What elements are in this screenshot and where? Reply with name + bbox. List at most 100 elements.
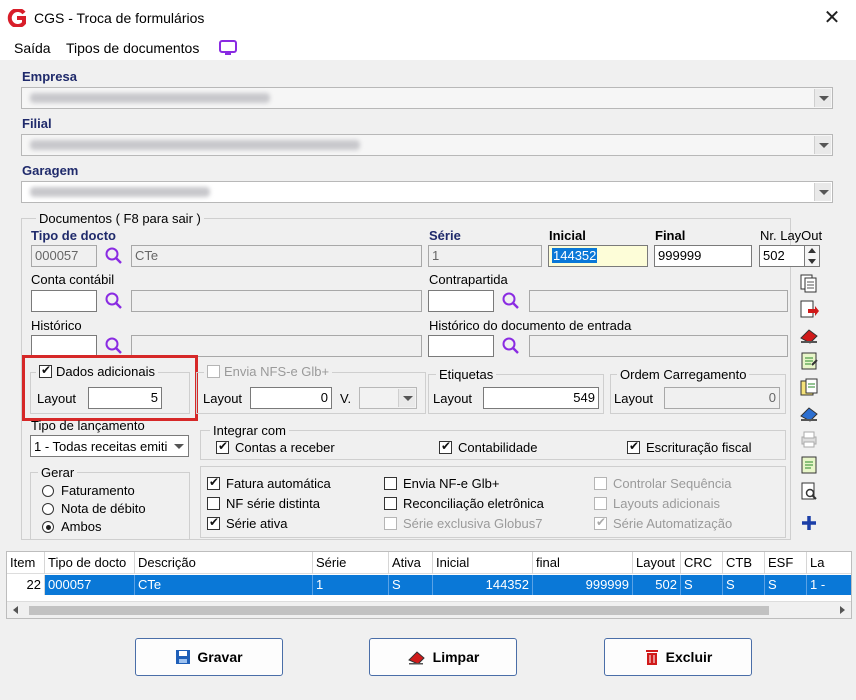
opt-nf-serie-distinta[interactable]: NF série distinta	[207, 496, 320, 511]
tipo-lancamento-select[interactable]: 1 - Todas receitas emiti	[30, 435, 189, 457]
dados-adicionais-checkbox[interactable]	[39, 363, 52, 378]
search-icon[interactable]	[104, 291, 124, 311]
search-icon[interactable]	[501, 336, 521, 356]
envia-nfs-toggle[interactable]: Envia NFS-e Glb+	[204, 364, 333, 379]
opt-layouts-adicionais-checkbox[interactable]	[594, 497, 607, 510]
search-icon[interactable]	[501, 291, 521, 311]
integrar-escrituracao-fiscal[interactable]: Escrituração fiscal	[627, 439, 751, 455]
opt-nf-serie-distinta-checkbox[interactable]	[207, 497, 220, 510]
col-layout[interactable]: Layout	[633, 552, 681, 574]
opt-fatura-automatica-checkbox[interactable]	[207, 475, 220, 490]
copy-documents-icon[interactable]	[798, 272, 820, 294]
horizontal-scrollbar[interactable]	[7, 601, 851, 618]
empresa-select[interactable]	[21, 87, 833, 109]
excluir-button[interactable]: Excluir	[604, 638, 752, 676]
col-serie[interactable]: Série	[313, 552, 389, 574]
col-inicial[interactable]: Inicial	[433, 552, 533, 574]
contrapartida-desc-field[interactable]	[529, 290, 788, 312]
gerar-nota-debito-label: Nota de débito	[61, 501, 146, 516]
final-field[interactable]: 999999	[654, 245, 752, 267]
inicial-field[interactable]: 144352	[548, 245, 648, 267]
nr-layout-field[interactable]: 502	[759, 245, 805, 267]
tipo-docto-code-field[interactable]: 000057	[31, 245, 97, 267]
opt-envia-nfe[interactable]: Envia NF-e Glb+	[384, 476, 499, 491]
opt-fatura-automatica[interactable]: Fatura automática	[207, 475, 331, 491]
tipo-docto-desc-field[interactable]: CTe	[131, 245, 422, 267]
col-crc[interactable]: CRC	[681, 552, 723, 574]
dados-adicionais-toggle[interactable]: Dados adicionais	[36, 363, 159, 379]
opt-reconciliacao-checkbox[interactable]	[384, 497, 397, 510]
historico-entrada-desc-field[interactable]	[529, 335, 788, 357]
notes-icon[interactable]	[798, 454, 820, 476]
scrollbar-thumb[interactable]	[29, 606, 769, 615]
close-icon[interactable]: ✕	[818, 4, 846, 32]
col-descricao[interactable]: Descrição	[135, 552, 313, 574]
integrar-escrituracao-fiscal-checkbox[interactable]	[627, 439, 640, 454]
gerar-nota-debito-radio[interactable]	[42, 502, 54, 515]
gerar-faturamento-radio[interactable]	[42, 484, 54, 497]
opt-reconciliacao[interactable]: Reconciliação eletrônica	[384, 496, 544, 511]
menu-saida[interactable]: Saída	[14, 40, 51, 56]
col-final[interactable]: final	[533, 552, 633, 574]
gerar-ambos-label: Ambos	[61, 519, 102, 534]
col-tipo-docto[interactable]: Tipo de docto	[45, 552, 135, 574]
integrar-contabilidade[interactable]: Contabilidade	[439, 439, 538, 455]
serie-label: Série	[429, 228, 461, 243]
integrar-contas-receber[interactable]: Contas a receber	[216, 439, 335, 455]
col-ctb[interactable]: CTB	[723, 552, 765, 574]
opt-serie-ativa-checkbox[interactable]	[207, 515, 220, 530]
col-esf[interactable]: ESF	[765, 552, 807, 574]
opt-serie-automatizacao[interactable]: Série Automatização	[594, 515, 732, 531]
opt-serie-exclusiva-checkbox[interactable]	[384, 517, 397, 530]
table-row[interactable]: 22 000057 CTe 1 S 144352 999999 502 S S …	[7, 575, 851, 595]
gerar-nota-debito[interactable]: Nota de débito	[42, 501, 146, 516]
preview-document-icon[interactable]	[798, 480, 820, 502]
col-la[interactable]: La	[807, 552, 851, 574]
menu-tipos-documentos[interactable]: Tipos de documentos	[66, 40, 199, 56]
historico-field[interactable]	[31, 335, 97, 357]
col-ativa[interactable]: Ativa	[389, 552, 433, 574]
historico-entrada-field[interactable]	[428, 335, 494, 357]
contrapartida-field[interactable]	[428, 290, 494, 312]
conta-contabil-desc-field[interactable]	[131, 290, 422, 312]
opt-serie-automatizacao-checkbox[interactable]	[594, 515, 607, 530]
export-document-icon[interactable]	[798, 298, 820, 320]
gravar-button[interactable]: Gravar	[135, 638, 283, 676]
limpar-button[interactable]: Limpar	[369, 638, 517, 676]
conta-contabil-field[interactable]	[31, 290, 97, 312]
scroll-left-icon[interactable]	[13, 606, 18, 614]
cancel-edit-icon[interactable]	[798, 402, 820, 424]
filial-select[interactable]	[21, 134, 833, 156]
opt-controlar-sequencia[interactable]: Controlar Sequência	[594, 476, 732, 491]
gerar-ambos[interactable]: Ambos	[42, 519, 101, 534]
integrar-contabilidade-checkbox[interactable]	[439, 439, 452, 454]
garagem-select[interactable]	[21, 181, 833, 203]
nr-layout-spinner[interactable]	[804, 245, 820, 267]
envia-nfs-layout-field[interactable]: 0	[250, 387, 332, 409]
gerar-faturamento[interactable]: Faturamento	[42, 483, 135, 498]
edit-notes-icon[interactable]	[798, 350, 820, 372]
monitor-icon[interactable]	[218, 40, 238, 56]
opt-serie-exclusiva[interactable]: Série exclusiva Globus7	[384, 516, 542, 531]
etiquetas-layout-field[interactable]: 549	[483, 387, 599, 409]
search-icon[interactable]	[104, 246, 124, 266]
print-icon[interactable]	[798, 428, 820, 450]
add-icon[interactable]	[798, 512, 820, 534]
opt-envia-nfe-checkbox[interactable]	[384, 477, 397, 490]
envia-nfs-checkbox[interactable]	[207, 365, 220, 378]
opt-serie-ativa[interactable]: Série ativa	[207, 515, 287, 531]
ordem-carregamento-layout-field[interactable]: 0	[664, 387, 780, 409]
historico-desc-field[interactable]	[131, 335, 422, 357]
gerar-ambos-radio[interactable]	[42, 520, 54, 533]
scroll-right-icon[interactable]	[840, 606, 845, 614]
col-item[interactable]: Item	[7, 552, 45, 574]
paste-document-icon[interactable]	[798, 376, 820, 398]
eraser-icon[interactable]	[798, 324, 820, 346]
opt-controlar-sequencia-checkbox[interactable]	[594, 477, 607, 490]
search-icon[interactable]	[104, 336, 124, 356]
serie-field[interactable]: 1	[428, 245, 542, 267]
dados-adicionais-layout-field[interactable]: 5	[88, 387, 162, 409]
opt-layouts-adicionais[interactable]: Layouts adicionais	[594, 496, 720, 511]
integrar-contas-receber-checkbox[interactable]	[216, 439, 229, 454]
envia-nfs-version-select[interactable]	[359, 387, 417, 409]
